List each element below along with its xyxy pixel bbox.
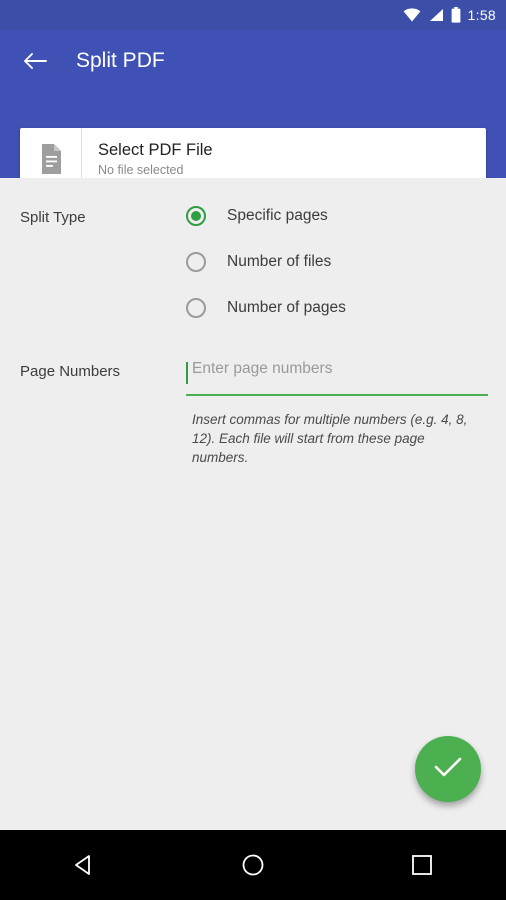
page-numbers-row: Page Numbers Insert commas for multiple … — [0, 360, 506, 467]
form-content: Split Type Specific pages Number of file… — [0, 178, 506, 830]
nav-recents-button[interactable] — [382, 830, 462, 900]
system-nav-bar — [0, 830, 506, 900]
page-numbers-helper-text: Insert commas for multiple numbers (e.g.… — [192, 412, 468, 465]
radio-unselected-icon — [186, 298, 206, 318]
radio-selected-icon — [186, 206, 206, 226]
page-numbers-input-col: Insert commas for multiple numbers (e.g.… — [186, 360, 488, 467]
radio-specific-pages-label: Specific pages — [227, 207, 328, 224]
battery-icon — [451, 7, 461, 23]
radio-number-of-pages-label: Number of pages — [227, 299, 346, 316]
text-caret — [186, 362, 188, 384]
app-bar: Split PDF Select PDF File No file select… — [0, 30, 506, 190]
radio-number-of-pages[interactable]: Number of pages — [186, 298, 346, 318]
page-numbers-label: Page Numbers — [20, 363, 121, 380]
page-numbers-label-col: Page Numbers — [0, 360, 186, 381]
app-screen: 1:58 Split PDF Select PDF File No file s… — [0, 0, 506, 900]
signal-icon — [428, 8, 444, 22]
confirm-fab-button[interactable] — [415, 736, 481, 802]
radio-specific-pages[interactable]: Specific pages — [186, 206, 346, 226]
split-type-radio-group: Specific pages Number of files Number of… — [186, 206, 346, 318]
page-numbers-input-wrap[interactable] — [186, 360, 488, 394]
radio-number-of-files-label: Number of files — [227, 253, 332, 270]
status-time: 1:58 — [467, 7, 496, 23]
page-title: Split PDF — [76, 49, 165, 72]
check-icon — [433, 755, 463, 784]
radio-number-of-files[interactable]: Number of files — [186, 252, 346, 272]
status-bar: 1:58 — [0, 0, 506, 30]
back-arrow-icon[interactable] — [18, 44, 52, 78]
split-type-label-col: Split Type — [0, 206, 186, 227]
split-type-row: Split Type Specific pages Number of file… — [0, 206, 506, 318]
wifi-icon — [403, 8, 421, 22]
radio-unselected-icon — [186, 252, 206, 272]
split-type-label: Split Type — [20, 209, 86, 226]
file-card-title: Select PDF File — [98, 140, 213, 159]
nav-home-button[interactable] — [213, 830, 293, 900]
file-card-subtitle: No file selected — [98, 162, 184, 177]
nav-back-button[interactable] — [44, 830, 124, 900]
page-numbers-input[interactable] — [186, 360, 488, 386]
input-underline — [186, 394, 488, 396]
